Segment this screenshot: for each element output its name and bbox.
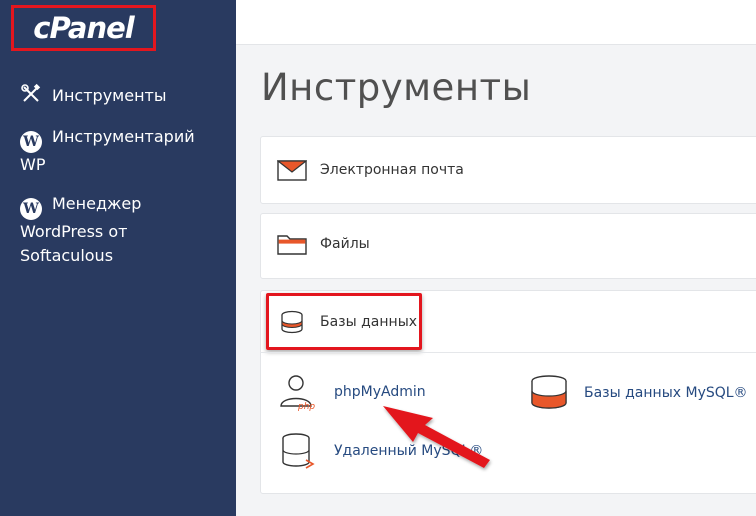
section-email-label: Электронная почта bbox=[320, 162, 464, 178]
section-email-header[interactable]: Электронная почта bbox=[277, 150, 464, 190]
mysql-database-icon bbox=[531, 375, 567, 409]
page-title: Инструменты bbox=[261, 66, 532, 109]
sidebar: cPanel Инструменты W Инструментарий WP WМ… bbox=[0, 0, 236, 516]
sidebar-item-label-line2: WP bbox=[20, 155, 46, 174]
sidebar-item-wordpress-manager[interactable]: W Менеджер WordPress от Softaculous bbox=[20, 192, 141, 268]
tool-remote-mysql[interactable]: Удаленный MySQL® bbox=[278, 431, 483, 471]
cpanel-logo[interactable]: cPanel bbox=[11, 5, 156, 51]
section-files-label: Файлы bbox=[320, 236, 370, 252]
tool-mysql-databases[interactable]: Базы данных MySQL® bbox=[528, 374, 748, 412]
section-files-header[interactable]: Файлы bbox=[277, 224, 370, 264]
logo-text: cPanel bbox=[33, 11, 134, 45]
svg-text:php: php bbox=[297, 402, 315, 412]
tool-phpmyadmin-label: phpMyAdmin bbox=[334, 384, 426, 400]
top-bar bbox=[236, 0, 756, 45]
section-divider bbox=[260, 352, 756, 353]
sidebar-item-label: Инструментарий bbox=[52, 127, 195, 146]
databases-highlight-box bbox=[266, 293, 422, 350]
sidebar-item-tools[interactable]: Инструменты bbox=[20, 83, 167, 108]
sidebar-item-label: Инструменты bbox=[52, 86, 167, 105]
sidebar-item-label-line3: Softaculous bbox=[20, 246, 114, 265]
sidebar-item-label: Менеджер bbox=[52, 194, 142, 213]
email-icon bbox=[277, 160, 307, 181]
section-files: Файлы bbox=[260, 213, 756, 279]
sidebar-item-label-line2: WordPress от bbox=[20, 222, 128, 241]
folder-icon bbox=[277, 235, 307, 255]
section-email: Электронная почта bbox=[260, 136, 756, 204]
tool-phpmyadmin[interactable]: php phpMyAdmin bbox=[278, 372, 426, 412]
wordpress-icon: W bbox=[20, 198, 42, 220]
tool-mysql-databases-label: Базы данных MySQL® bbox=[584, 385, 748, 401]
tools-icon bbox=[21, 83, 41, 102]
phpmyadmin-icon: php bbox=[280, 375, 315, 412]
wordpress-icon: W bbox=[20, 131, 42, 153]
remote-mysql-icon bbox=[282, 433, 315, 469]
tool-remote-mysql-label: Удаленный MySQL® bbox=[334, 443, 484, 459]
sidebar-item-wp-toolkit[interactable]: W Инструментарий WP bbox=[20, 125, 195, 177]
